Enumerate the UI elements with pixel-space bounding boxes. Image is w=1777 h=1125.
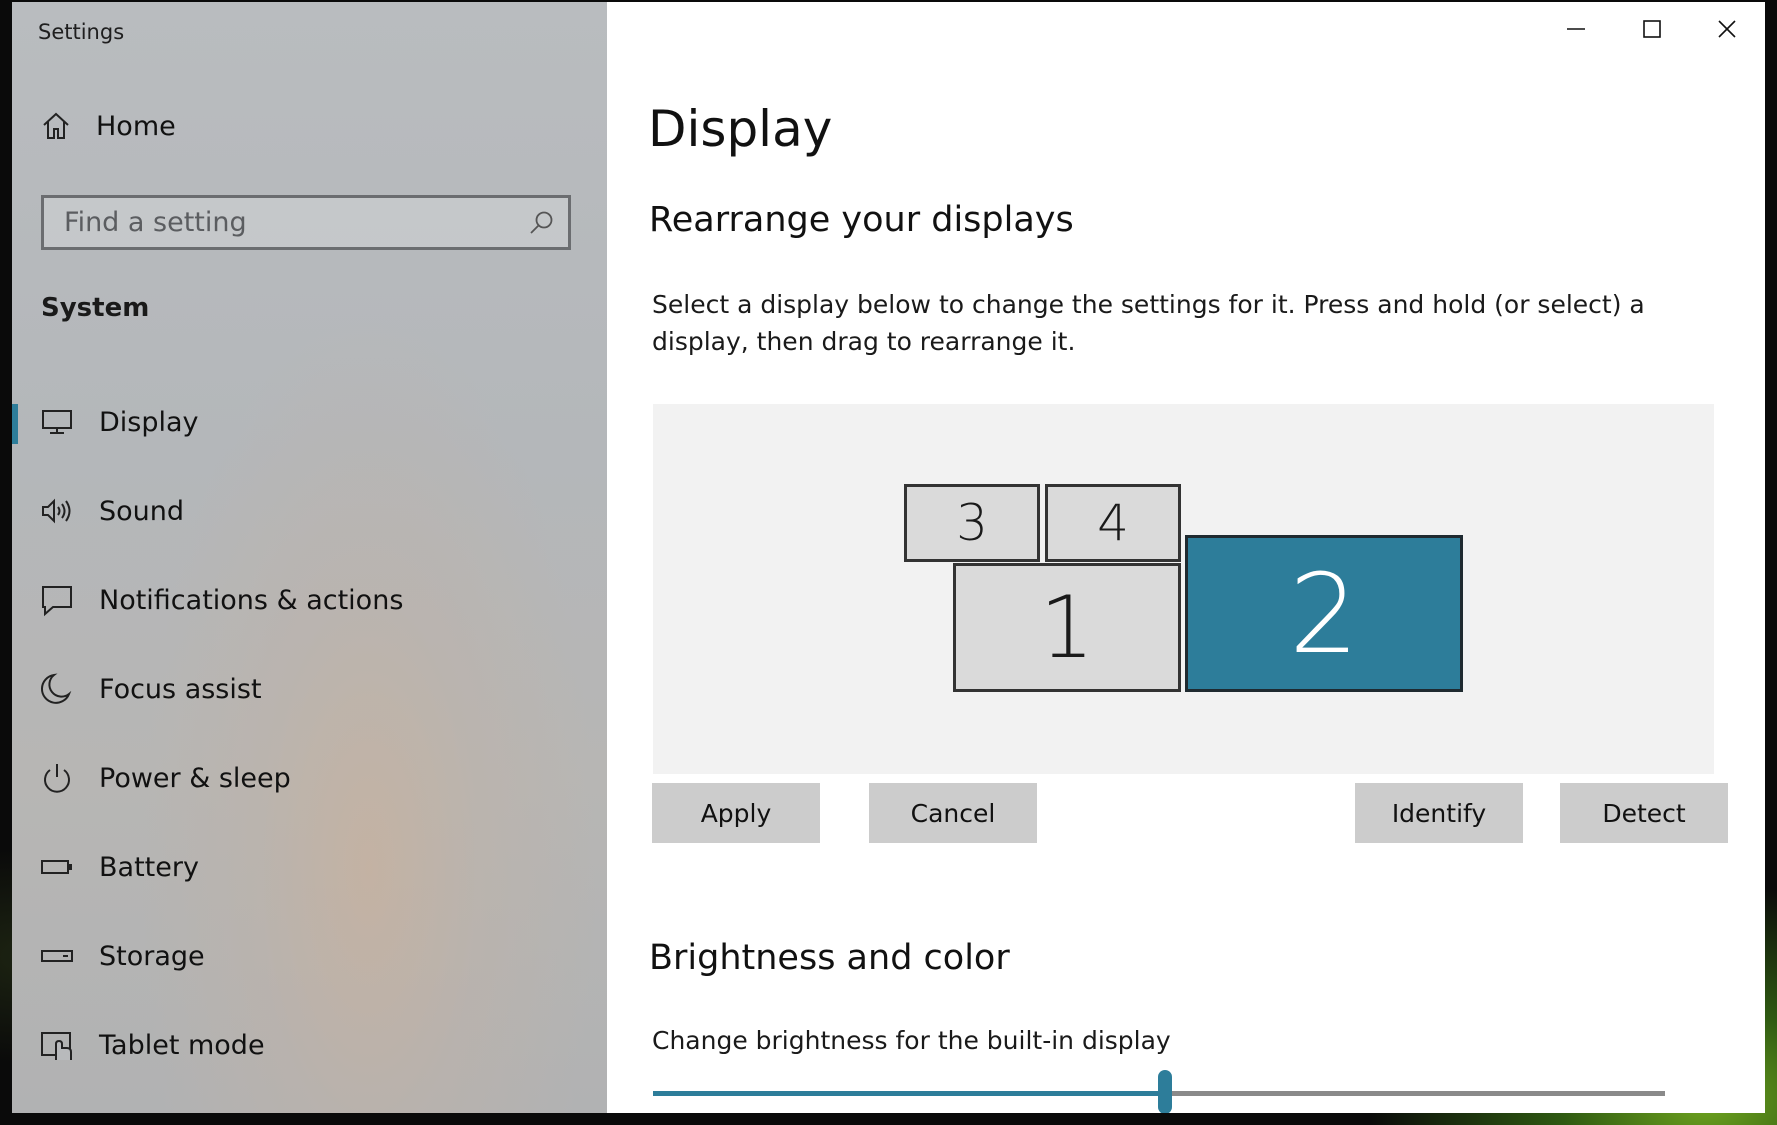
page-title: Display (648, 100, 833, 158)
sidebar-item-sound[interactable]: Sound (12, 476, 607, 546)
sidebar-item-tablet-mode[interactable]: Tablet mode (12, 1010, 607, 1080)
sidebar-item-label: Power & sleep (99, 762, 291, 794)
sidebar-item-focus-assist[interactable]: Focus assist (12, 654, 607, 724)
identify-button[interactable]: Identify (1355, 783, 1523, 843)
sidebar-item-label: Tablet mode (99, 1029, 265, 1061)
monitor-1[interactable]: 1 (953, 563, 1181, 692)
tablet-mode-icon (41, 1032, 72, 1060)
rearrange-description: Select a display below to change the set… (652, 290, 1645, 356)
home-icon (43, 112, 69, 139)
app-title: Settings (38, 20, 125, 44)
notification-icon (42, 586, 72, 617)
sidebar-item-power-sleep[interactable]: Power & sleep (12, 743, 607, 813)
sidebar: Settings Home System Display (12, 2, 607, 1113)
brightness-heading: Brightness and color (649, 938, 1010, 978)
monitor-icon (42, 410, 72, 434)
sidebar-item-label: Notifications & actions (99, 584, 404, 616)
search-input[interactable] (44, 198, 534, 247)
brightness-slider-thumb[interactable] (1158, 1070, 1172, 1113)
search-box (41, 195, 571, 250)
home-label: Home (96, 110, 176, 142)
active-indicator (12, 404, 18, 444)
sidebar-item-notifications[interactable]: Notifications & actions (12, 565, 607, 635)
moon-icon (41, 673, 72, 704)
search-icon[interactable] (528, 210, 554, 236)
monitor-2[interactable]: 2 (1185, 535, 1463, 692)
monitor-4[interactable]: 4 (1045, 484, 1181, 562)
display-arrangement-area: 3 4 1 2 (653, 404, 1714, 774)
rearrange-heading: Rearrange your displays (649, 200, 1074, 240)
sidebar-item-label: Sound (99, 495, 185, 527)
sidebar-item-label: Focus assist (99, 673, 262, 705)
brightness-slider-fill[interactable] (653, 1091, 1165, 1096)
sidebar-item-label: Storage (99, 940, 205, 972)
sidebar-item-label: Battery (99, 851, 199, 883)
sidebar-item-display[interactable]: Display (12, 387, 607, 457)
home-link[interactable]: Home (40, 106, 176, 146)
cancel-button[interactable]: Cancel (869, 783, 1037, 843)
main-content: Display Rearrange your displays Select a… (607, 2, 1765, 1113)
sidebar-item-label: Display (99, 406, 199, 438)
storage-icon (41, 950, 73, 962)
monitor-3[interactable]: 3 (904, 484, 1040, 562)
brightness-label: Change brightness for the built-in displ… (652, 1026, 1171, 1055)
apply-button[interactable]: Apply (652, 783, 820, 843)
battery-icon (41, 860, 72, 874)
brightness-slider-track[interactable] (1165, 1091, 1665, 1096)
speaker-icon (42, 498, 71, 524)
section-label: System (41, 293, 150, 323)
sidebar-item-storage[interactable]: Storage (12, 921, 607, 991)
detect-button[interactable]: Detect (1560, 783, 1728, 843)
settings-window: Settings Home System Display (12, 2, 1765, 1113)
power-icon (44, 764, 70, 793)
sidebar-item-battery[interactable]: Battery (12, 832, 607, 902)
